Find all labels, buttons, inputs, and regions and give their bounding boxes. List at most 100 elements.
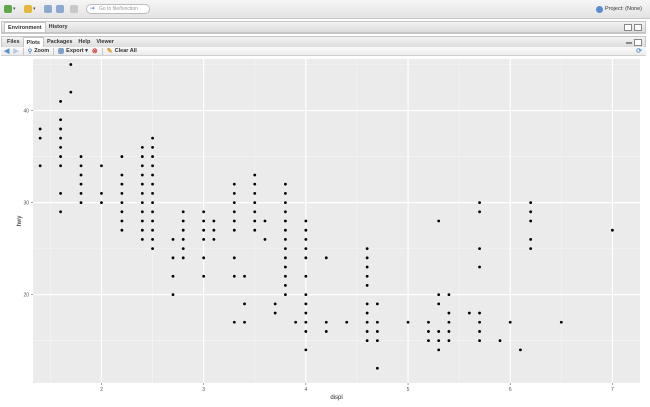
tab-files[interactable]: Files	[4, 37, 23, 47]
environment-tabs: Environment History	[2, 22, 645, 33]
maximize-pane-icon[interactable]	[634, 39, 642, 46]
data-point	[437, 302, 441, 306]
data-point	[151, 201, 154, 204]
data-point	[151, 238, 154, 241]
data-point	[253, 191, 257, 195]
data-point	[202, 210, 206, 214]
data-point	[120, 210, 124, 214]
tab-packages[interactable]: Packages	[44, 37, 75, 47]
data-point	[324, 256, 328, 260]
minimize-pane-icon[interactable]	[624, 24, 632, 31]
tab-plots[interactable]: Plots	[22, 37, 44, 47]
data-point	[467, 311, 471, 315]
data-point	[120, 219, 124, 223]
data-point	[365, 302, 369, 306]
data-point	[437, 219, 441, 223]
data-point	[232, 228, 236, 232]
data-point	[59, 145, 62, 149]
data-point	[171, 274, 175, 278]
data-point	[508, 320, 512, 324]
data-point	[151, 247, 154, 251]
data-point	[437, 348, 441, 352]
data-point	[181, 210, 185, 214]
minimize-pane-icon[interactable]	[626, 42, 632, 44]
data-point	[151, 219, 154, 223]
print-button[interactable]	[70, 4, 78, 14]
forward-arrow-icon[interactable]: ▶	[13, 47, 18, 55]
save-all-button[interactable]	[56, 4, 64, 14]
data-point	[611, 228, 614, 232]
data-point	[79, 164, 83, 168]
tab-environment[interactable]: Environment	[4, 22, 46, 32]
toolbar-divider	[53, 47, 55, 55]
goto-file-function-input[interactable]: ➜ Go to file/function	[86, 4, 150, 14]
save-all-icon	[56, 5, 64, 13]
export-icon	[58, 48, 65, 54]
save-button[interactable]	[44, 4, 52, 14]
data-point	[202, 228, 206, 232]
y-tick-label: 40	[23, 108, 29, 114]
data-point	[559, 320, 563, 324]
data-point	[59, 136, 62, 140]
data-point	[529, 219, 533, 223]
data-point	[232, 182, 236, 186]
scatter-plot: 2 3 4 5 6 7 20 30 40 displ hwy	[17, 59, 640, 401]
y-tick-label: 20	[23, 292, 29, 298]
data-point	[151, 191, 154, 195]
data-point	[151, 182, 154, 186]
environment-pane: Environment History	[1, 21, 646, 34]
data-point	[140, 145, 144, 149]
data-point	[478, 265, 481, 269]
data-point	[284, 219, 287, 223]
toolbar-divider	[101, 47, 103, 55]
toolbar-divider	[22, 47, 24, 55]
save-icon	[44, 5, 52, 13]
tab-history[interactable]: History	[46, 22, 71, 32]
data-point	[181, 247, 185, 251]
remove-plot-icon: ⊗	[91, 48, 98, 55]
main-toolbar: ▾ ▾ ➜ Go to file/function Project: (None…	[0, 0, 650, 19]
data-point	[232, 201, 236, 204]
data-point	[243, 320, 246, 324]
data-point	[375, 330, 379, 333]
data-point	[59, 191, 62, 195]
data-point	[304, 293, 308, 297]
remove-plot-button[interactable]: ⊗	[92, 47, 98, 55]
data-point	[100, 191, 103, 195]
data-point	[284, 238, 287, 241]
clear-all-button[interactable]: ✎ Clear All	[107, 47, 137, 55]
tab-viewer[interactable]: Viewer	[93, 37, 117, 47]
data-point	[181, 238, 185, 241]
new-file-button[interactable]: ▾	[4, 4, 16, 14]
tab-help[interactable]: Help	[75, 37, 93, 47]
back-arrow-icon[interactable]: ◀	[4, 47, 9, 55]
data-point	[181, 219, 185, 223]
data-point	[263, 238, 267, 241]
y-axis-label: hwy	[17, 216, 23, 227]
data-point	[38, 127, 42, 131]
print-icon	[70, 5, 78, 13]
zoom-button[interactable]: ⚲ Zoom	[28, 48, 49, 55]
refresh-icon[interactable]: ⟳	[636, 47, 642, 55]
data-point	[151, 228, 154, 232]
data-point	[478, 201, 481, 204]
goto-placeholder: Go to file/function	[99, 6, 138, 12]
export-label: Export ▾	[66, 48, 88, 54]
data-point	[151, 173, 154, 177]
data-point	[365, 274, 369, 278]
data-point	[529, 210, 533, 214]
project-menu[interactable]: Project: (None)	[596, 4, 642, 14]
export-menu[interactable]: Export ▾	[58, 48, 88, 54]
data-point	[284, 191, 287, 195]
data-point	[447, 339, 451, 343]
data-point	[427, 330, 430, 333]
data-point	[151, 164, 154, 168]
maximize-pane-icon[interactable]	[634, 24, 642, 31]
chevron-down-icon: ▾	[13, 6, 16, 12]
data-point	[345, 320, 349, 324]
open-project-button[interactable]: ▾	[24, 4, 36, 14]
broom-icon: ✎	[106, 48, 113, 55]
data-point	[69, 63, 73, 66]
data-point	[447, 330, 451, 333]
data-point	[120, 191, 124, 195]
